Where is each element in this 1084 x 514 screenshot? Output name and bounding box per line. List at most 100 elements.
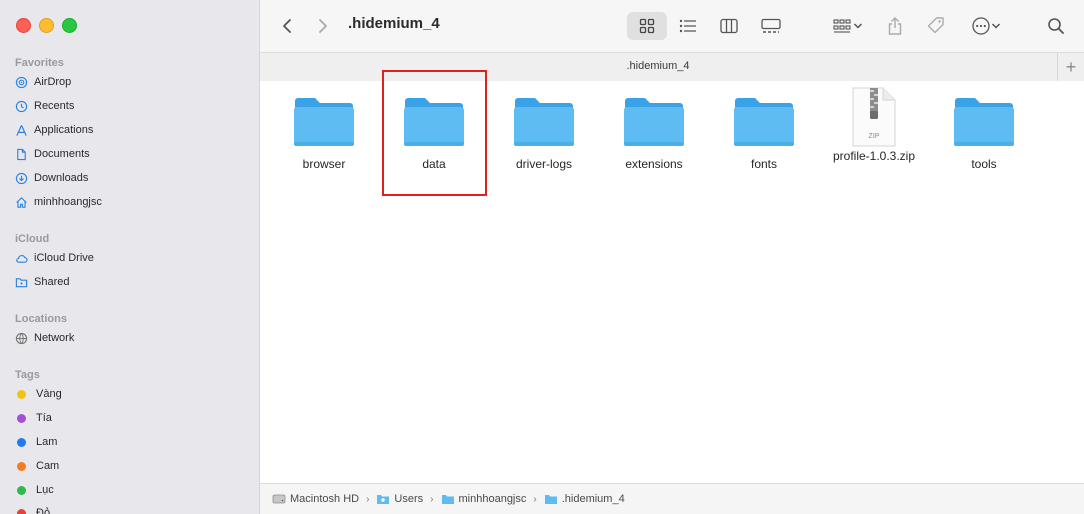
path-separator: › bbox=[533, 493, 537, 505]
disk-icon bbox=[272, 494, 286, 504]
tags-button[interactable] bbox=[923, 12, 949, 40]
sidebar-item-recents[interactable]: Recents bbox=[15, 96, 74, 116]
toolbar: .hidemium_4 bbox=[260, 0, 1084, 52]
sidebar-item-label: Vàng bbox=[36, 388, 62, 400]
window-controls bbox=[16, 18, 77, 33]
file-name: fonts bbox=[750, 157, 777, 171]
folder-icon bbox=[954, 98, 1014, 146]
finder-window: Favorites AirDrop Recents Applications D… bbox=[0, 0, 1084, 514]
file-name: profile-1.0.3.zip bbox=[832, 149, 916, 163]
sidebar-item-label: Downloads bbox=[34, 172, 89, 184]
cloud-icon bbox=[16, 254, 28, 263]
new-tab-button[interactable]: + bbox=[1057, 53, 1084, 81]
sidebar-item-airdrop[interactable]: AirDrop bbox=[15, 72, 71, 92]
back-button[interactable] bbox=[276, 12, 298, 40]
folder-icon bbox=[294, 98, 354, 146]
file-item-extensions[interactable]: extensions bbox=[599, 95, 709, 171]
tag-color-dot bbox=[17, 461, 26, 471]
sidebar-tag-blue[interactable]: Lam bbox=[15, 432, 57, 452]
file-item-fonts[interactable]: fonts bbox=[709, 95, 819, 171]
folder-icon bbox=[624, 98, 684, 146]
more-actions-button[interactable] bbox=[966, 12, 1006, 40]
file-item-tools[interactable]: tools bbox=[929, 95, 1039, 171]
column-view-button[interactable] bbox=[715, 12, 743, 40]
network-icon bbox=[15, 332, 28, 344]
sidebar-item-network[interactable]: Network bbox=[15, 328, 74, 348]
zoom-window-button[interactable] bbox=[62, 18, 77, 33]
sidebar-item-label: minhhoangjsc bbox=[34, 196, 102, 208]
clock-icon bbox=[15, 100, 28, 112]
file-item-profile-zip[interactable]: ZIP profile-1.0.3.zip bbox=[819, 87, 929, 163]
sidebar-tag-yellow[interactable]: Vàng bbox=[15, 384, 62, 404]
folder-icon bbox=[441, 495, 454, 504]
icon-view-button[interactable] bbox=[627, 12, 667, 40]
sidebar: Favorites AirDrop Recents Applications D… bbox=[0, 0, 260, 514]
tag-color-dot bbox=[17, 437, 26, 447]
folder-icon bbox=[734, 98, 794, 146]
sidebar-item-label: Documents bbox=[34, 148, 90, 160]
sidebar-tag-green[interactable]: Lục bbox=[15, 480, 54, 500]
sidebar-item-shared[interactable]: Shared bbox=[15, 272, 69, 292]
close-window-button[interactable] bbox=[16, 18, 31, 33]
zip-badge: ZIP bbox=[868, 133, 880, 140]
sidebar-item-label: Applications bbox=[34, 124, 94, 136]
folder-icon bbox=[514, 98, 574, 146]
ellipsis-circle-icon bbox=[972, 17, 990, 35]
highlight-box bbox=[382, 70, 487, 196]
tags-header: Tags bbox=[15, 369, 40, 381]
file-name: browser bbox=[302, 157, 346, 171]
sidebar-tag-purple[interactable]: Tía bbox=[15, 408, 52, 428]
sidebar-item-downloads[interactable]: Downloads bbox=[15, 168, 88, 188]
list-icon bbox=[679, 19, 696, 33]
sidebar-tag-orange[interactable]: Cam bbox=[15, 456, 59, 476]
file-item-browser[interactable]: browser bbox=[269, 95, 379, 171]
file-name: driver-logs bbox=[515, 157, 572, 171]
file-name: tools bbox=[971, 157, 997, 171]
sidebar-tag-red[interactable]: Đỏ bbox=[15, 503, 50, 514]
tag-color-dot bbox=[17, 389, 26, 399]
group-grid-icon bbox=[833, 19, 851, 33]
search-button[interactable] bbox=[1043, 12, 1069, 40]
sidebar-item-label: Tía bbox=[36, 412, 52, 424]
sidebar-item-label: Recents bbox=[34, 100, 75, 112]
sidebar-item-label: Network bbox=[34, 332, 75, 344]
group-by-button[interactable] bbox=[828, 12, 868, 40]
gallery-icon bbox=[761, 18, 781, 33]
share-button[interactable] bbox=[882, 12, 908, 40]
zip-file-icon: ZIP bbox=[843, 87, 905, 147]
sidebar-item-documents[interactable]: Documents bbox=[15, 144, 90, 164]
folder-icon bbox=[377, 495, 390, 504]
chevron-down-icon bbox=[991, 23, 1001, 29]
tag-color-dot bbox=[17, 508, 26, 514]
forward-button[interactable] bbox=[312, 12, 334, 40]
search-icon bbox=[1048, 18, 1064, 34]
download-icon bbox=[15, 172, 28, 184]
path-crumb-macintosh-hd[interactable]: Macintosh HD bbox=[272, 493, 359, 505]
tab-hidemium[interactable]: .hidemium_4 bbox=[260, 60, 1056, 72]
path-separator: › bbox=[366, 493, 370, 505]
list-view-button[interactable] bbox=[674, 12, 702, 40]
favorites-header: Favorites bbox=[15, 57, 64, 69]
sidebar-item-label: Lục bbox=[36, 484, 54, 496]
airdrop-icon bbox=[15, 76, 28, 88]
chevron-down-icon bbox=[853, 23, 863, 29]
icloud-header: iCloud bbox=[15, 233, 50, 245]
sidebar-item-icloud-drive[interactable]: iCloud Drive bbox=[15, 248, 94, 268]
path-crumb-minhhoangjsc[interactable]: minhhoangjsc bbox=[441, 493, 526, 505]
minimize-window-button[interactable] bbox=[39, 18, 54, 33]
sidebar-item-applications[interactable]: Applications bbox=[15, 120, 93, 140]
gallery-view-button[interactable] bbox=[757, 12, 785, 40]
sidebar-item-home[interactable]: minhhoangjsc bbox=[15, 192, 102, 212]
window-title: .hidemium_4 bbox=[348, 15, 440, 32]
path-crumb-users[interactable]: Users bbox=[376, 493, 423, 505]
path-crumb-hidemium[interactable]: .hidemium_4 bbox=[544, 493, 625, 505]
file-item-driver-logs[interactable]: driver-logs bbox=[489, 95, 599, 171]
chevron-left-icon bbox=[283, 19, 291, 33]
path-separator: › bbox=[430, 493, 434, 505]
grid-icon bbox=[639, 18, 655, 34]
sidebar-item-label: Lam bbox=[36, 436, 58, 448]
sidebar-item-label: AirDrop bbox=[34, 76, 72, 88]
sidebar-item-label: iCloud Drive bbox=[34, 252, 94, 264]
shared-folder-icon bbox=[15, 277, 28, 287]
applications-icon bbox=[16, 124, 27, 136]
